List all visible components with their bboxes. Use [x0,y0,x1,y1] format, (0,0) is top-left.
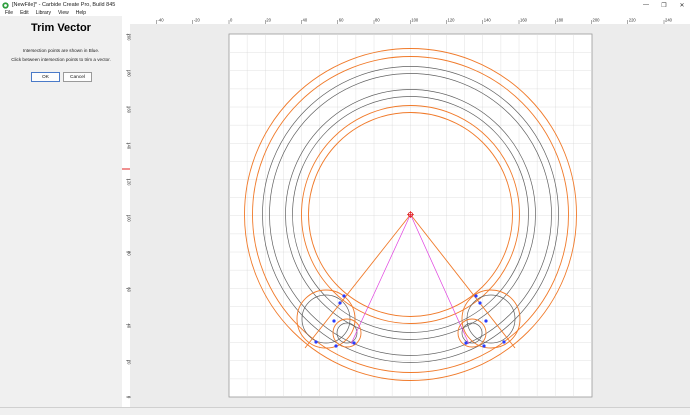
ruler-x-label: 60 [339,18,344,23]
ruler-y-label: 80 [127,251,132,256]
intersection-point[interactable] [482,344,486,348]
intersection-point[interactable] [342,294,346,298]
ruler-y-label: 200 [127,34,132,42]
intersection-point[interactable] [332,319,336,323]
intersection-point[interactable] [464,341,468,345]
instruction-text-2: Click between intersection points to tri… [11,57,111,62]
ruler-y-label: 40 [127,324,132,329]
ruler-x-label: -40 [158,18,165,23]
ruler-y-label: 100 [127,215,132,223]
ruler-y-label: 60 [127,287,132,292]
ruler-x-label: 20 [266,18,271,23]
instruction-text-1: Intersection points are shown in Blue. [22,48,100,53]
ruler-x-label: -20 [194,18,201,23]
ok-button[interactable]: OK [31,72,60,82]
intersection-point[interactable] [478,301,482,305]
cancel-button[interactable]: Cancel [63,72,92,82]
top-ruler [122,16,690,24]
ruler-y-label: 140 [127,142,132,150]
ruler-y-label: 120 [127,179,132,187]
ruler-y-label: 20 [127,360,132,365]
title-bar: [NewFile]* - Carbide Create Pro, Build 8… [0,0,690,10]
ruler-x-label: 40 [303,18,308,23]
design-workspace[interactable]: -40 -20 0 20 40 60 80 100 120 140 160 180 200 220 240 … [122,16,690,407]
intersection-point[interactable] [314,340,318,344]
ruler-x-label: 100 [411,18,419,23]
ruler-x-label: 80 [375,18,380,23]
ruler-x-label: 180 [556,18,564,23]
trim-vector-panel: Trim Vector Intersection points are show… [0,16,123,407]
ruler-x-label: 140 [484,18,492,23]
minimize-button[interactable]: — [642,2,650,8]
intersection-point[interactable] [502,340,506,344]
window-title: [NewFile]* - Carbide Create Pro, Build 8… [12,2,116,8]
close-button[interactable]: ✕ [678,2,686,9]
ruler-x-label: 240 [665,18,673,23]
ruler-x-label: 220 [629,18,637,23]
ruler-y-label: 160 [127,106,132,114]
intersection-point[interactable] [474,294,478,298]
intersection-point[interactable] [338,301,342,305]
ruler-x-label: 160 [520,18,528,23]
ruler-x-label: 200 [593,18,601,23]
panel-title: Trim Vector [31,22,91,34]
intersection-point[interactable] [484,319,488,323]
maximize-button[interactable]: ❐ [660,2,668,9]
intersection-point[interactable] [352,341,356,345]
ruler-y-label: 180 [127,70,132,78]
app-icon [2,1,9,9]
intersection-point[interactable] [334,344,338,348]
ruler-x-label: 120 [448,18,456,23]
design-canvas[interactable]: -40 -20 0 20 40 60 80 100 120 140 160 180 200 220 240 … [122,16,690,407]
